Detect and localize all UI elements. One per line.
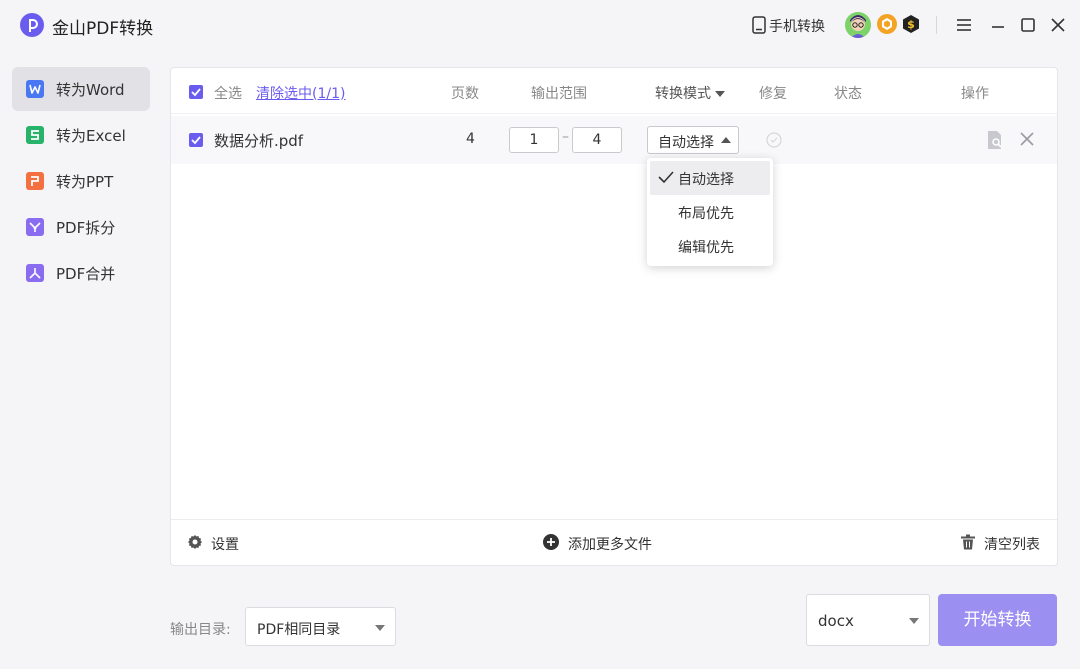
header-status: 状态 xyxy=(834,86,862,102)
preview-icon[interactable] xyxy=(986,130,1004,150)
merge-icon xyxy=(26,264,44,282)
title-bar: 金山PDF转换 手机转换 $ xyxy=(0,0,1080,50)
word-icon xyxy=(26,80,44,98)
header-mode[interactable]: 转换模式 xyxy=(655,83,725,103)
ppt-icon xyxy=(26,172,44,190)
trash-icon[interactable] xyxy=(960,534,976,550)
start-convert-button[interactable]: 开始转换 xyxy=(938,594,1057,646)
page-count: 4 xyxy=(466,131,475,147)
sidebar-item-label: 转为PPT xyxy=(56,173,114,191)
excel-icon xyxy=(26,126,44,144)
remove-file-icon[interactable] xyxy=(1019,131,1035,147)
mode-select[interactable]: 自动选择 xyxy=(647,126,739,154)
row-checkbox[interactable] xyxy=(189,133,203,147)
table-row[interactable]: 数据分析.pdf 4 1 – 4 自动选择 xyxy=(171,116,1057,164)
gear-icon[interactable] xyxy=(187,534,203,550)
sidebar-item-label: PDF拆分 xyxy=(56,219,116,237)
app-title: 金山PDF转换 xyxy=(52,19,154,39)
sidebar-item-label: PDF合并 xyxy=(56,265,116,283)
format-value: docx xyxy=(818,612,854,630)
mode-option-auto[interactable]: 自动选择 xyxy=(650,161,770,195)
header-actions: 操作 xyxy=(961,86,989,102)
range-from-input[interactable]: 1 xyxy=(509,127,559,153)
sidebar-item-excel[interactable]: 转为Excel xyxy=(12,113,150,157)
add-more-files-button[interactable]: 添加更多文件 xyxy=(568,534,652,554)
header-range: 输出范围 xyxy=(531,86,587,102)
sidebar-item-label: 转为Word xyxy=(56,81,125,99)
mode-option-edit[interactable]: 编辑优先 xyxy=(650,229,770,263)
table-header: 全选 清除选中(1/1) 页数 输出范围 转换模式 修复 状态 操作 xyxy=(171,68,1057,114)
phone-icon[interactable] xyxy=(752,16,766,34)
hexagon-badge-icon[interactable] xyxy=(877,14,897,34)
sidebar-item-label: 转为Excel xyxy=(56,127,126,145)
checkmark-icon xyxy=(657,169,675,185)
clear-list-button[interactable]: 清空列表 xyxy=(984,534,1040,554)
range-dash: – xyxy=(562,129,569,145)
sidebar-item-word[interactable]: 转为Word xyxy=(12,67,150,111)
mode-option-label: 编辑优先 xyxy=(678,240,734,256)
minimize-icon[interactable] xyxy=(987,14,1009,36)
chevron-down-icon xyxy=(375,625,385,631)
split-icon xyxy=(26,218,44,236)
sidebar-item-merge[interactable]: PDF合并 xyxy=(12,251,150,295)
mode-option-label: 布局优先 xyxy=(678,206,734,222)
select-all-label[interactable]: 全选 xyxy=(214,83,242,103)
close-icon[interactable] xyxy=(1047,14,1069,36)
phone-convert-link[interactable]: 手机转换 xyxy=(769,16,825,36)
mode-select-value: 自动选择 xyxy=(658,135,714,151)
header-mode-label: 转换模式 xyxy=(655,86,711,102)
caret-up-icon xyxy=(721,137,731,143)
format-select[interactable]: docx xyxy=(806,594,930,646)
mode-option-layout[interactable]: 布局优先 xyxy=(650,195,770,229)
file-name: 数据分析.pdf xyxy=(214,132,304,150)
sidebar-item-ppt[interactable]: 转为PPT xyxy=(12,159,150,203)
mode-dropdown-menu: 自动选择 布局优先 编辑优先 xyxy=(647,158,773,266)
pdf-logo-icon xyxy=(20,13,44,37)
chevron-down-icon xyxy=(909,618,919,624)
sidebar-item-split[interactable]: PDF拆分 xyxy=(12,205,150,249)
output-dir-label: 输出目录: xyxy=(170,622,231,638)
panel-footer: 设置 添加更多文件 清空列表 xyxy=(171,519,1057,565)
maximize-icon[interactable] xyxy=(1017,14,1039,36)
file-list-panel: 全选 清除选中(1/1) 页数 输出范围 转换模式 修复 状态 操作 数据分析.… xyxy=(170,67,1058,566)
avatar[interactable] xyxy=(845,12,871,38)
svg-text:$: $ xyxy=(907,18,915,31)
add-circle-icon[interactable] xyxy=(543,534,559,550)
output-dir-select[interactable]: PDF相同目录 xyxy=(245,607,396,646)
range-to-input[interactable]: 4 xyxy=(572,127,622,153)
output-dir-value: PDF相同目录 xyxy=(257,622,341,638)
mode-option-label: 自动选择 xyxy=(678,172,734,188)
select-all-checkbox[interactable] xyxy=(189,85,203,99)
menu-icon[interactable] xyxy=(953,14,975,36)
settings-button[interactable]: 设置 xyxy=(211,534,239,554)
header-repair: 修复 xyxy=(759,86,787,102)
sidebar: 转为Word 转为Excel 转为PPT PDF拆分 PDF合并 xyxy=(12,67,152,297)
repair-check-icon xyxy=(766,132,782,148)
coin-badge-icon[interactable]: $ xyxy=(901,14,921,34)
caret-down-icon xyxy=(715,91,725,97)
header-divider xyxy=(936,16,937,34)
header-pages: 页数 xyxy=(451,86,479,102)
clear-selected-link[interactable]: 清除选中(1/1) xyxy=(256,83,345,103)
